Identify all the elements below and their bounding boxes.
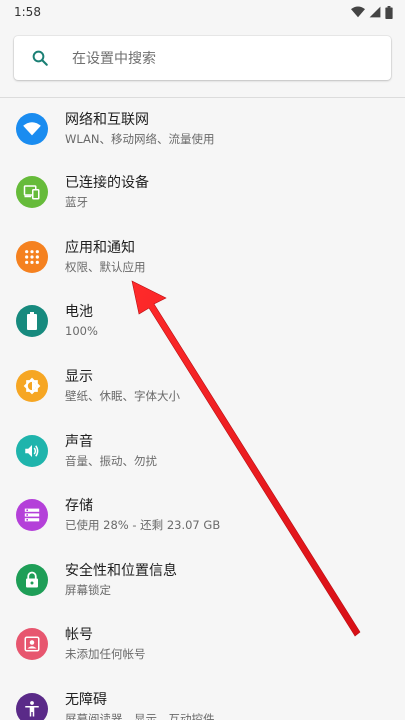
item-summary: 屏幕锁定	[65, 582, 111, 597]
cell-signal-icon	[369, 6, 381, 18]
item-summary: WLAN、移动网络、流量使用	[65, 132, 215, 146]
connected-devices-icon	[16, 176, 48, 209]
search-bar[interactable]: 在设置中搜索	[14, 36, 391, 80]
settings-item-network[interactable]: 网络和互联网 WLAN、移动网络、流量使用	[0, 98, 405, 160]
item-summary: 100%	[65, 324, 98, 339]
status-icons	[351, 5, 393, 19]
settings-list: 网络和互联网 WLAN、移动网络、流量使用 已连接的设备 蓝牙 应用和通知 权限…	[0, 98, 405, 720]
settings-item-storage[interactable]: 存储 已使用 28% - 还剩 23.07 GB	[0, 483, 405, 548]
item-title: 帐号	[65, 627, 93, 644]
item-title: 应用和通知	[65, 239, 135, 256]
settings-item-apps[interactable]: 应用和通知 权限、默认应用	[0, 225, 405, 290]
item-summary: 权限、默认应用	[65, 259, 146, 274]
search-input[interactable]: 在设置中搜索	[72, 48, 156, 68]
status-time: 1:58	[14, 5, 41, 19]
wifi-signal-icon	[351, 6, 365, 18]
settings-item-display[interactable]: 显示 壁纸、休眠、字体大小	[0, 354, 405, 419]
item-title: 声音	[65, 433, 93, 450]
settings-item-battery[interactable]: 电池 100%	[0, 289, 405, 354]
item-title: 存储	[65, 498, 93, 515]
settings-item-connected-devices[interactable]: 已连接的设备 蓝牙	[0, 160, 405, 225]
item-title: 网络和互联网	[65, 112, 149, 128]
settings-item-accessibility[interactable]: 无障碍 屏幕阅读器、显示、互动控件	[0, 677, 405, 720]
battery-status-icon	[385, 5, 393, 19]
item-summary: 壁纸、休眠、字体大小	[65, 389, 180, 404]
item-title: 显示	[65, 369, 93, 386]
settings-item-sound[interactable]: 声音 音量、振动、勿扰	[0, 418, 405, 483]
wifi-icon	[16, 113, 48, 145]
volume-icon	[16, 434, 48, 467]
item-title: 电池	[65, 304, 93, 321]
settings-item-security[interactable]: 安全性和位置信息 屏幕锁定	[0, 548, 405, 613]
item-summary: 已使用 28% - 还剩 23.07 GB	[65, 518, 221, 533]
item-summary: 屏幕阅读器、显示、互动控件	[65, 712, 215, 720]
item-title: 无障碍	[65, 692, 107, 709]
brightness-icon	[16, 370, 48, 403]
storage-icon	[16, 499, 48, 532]
lock-icon	[16, 563, 48, 596]
settings-item-accounts[interactable]: 帐号 未添加任何帐号	[0, 612, 405, 677]
item-summary: 蓝牙	[65, 195, 88, 210]
status-bar: 1:58	[0, 0, 405, 24]
item-title: 已连接的设备	[65, 175, 149, 192]
accessibility-icon	[16, 693, 48, 720]
search-icon	[30, 48, 50, 68]
item-summary: 音量、振动、勿扰	[65, 453, 157, 468]
item-summary: 未添加任何帐号	[65, 647, 146, 662]
battery-icon	[16, 305, 48, 338]
apps-grid-icon	[16, 240, 48, 273]
account-icon	[16, 628, 48, 661]
item-title: 安全性和位置信息	[65, 562, 177, 579]
